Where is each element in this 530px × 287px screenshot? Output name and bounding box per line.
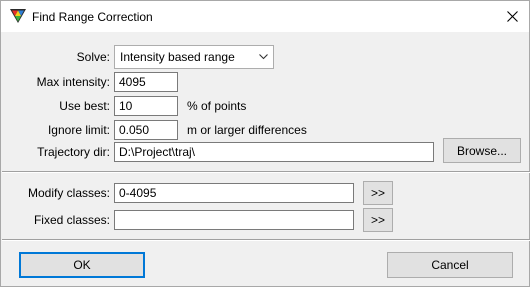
fixed-classes-field[interactable] — [114, 210, 354, 230]
modify-classes-field[interactable]: 0-4095 — [114, 183, 354, 203]
app-icon — [10, 9, 26, 23]
ignore-limit-unit: m or larger differences — [187, 123, 307, 137]
find-range-correction-dialog: Find Range Correction Solve: Intensity b… — [0, 0, 530, 287]
use-best-unit: % of points — [187, 99, 247, 113]
chevron-down-icon — [259, 54, 268, 60]
fixed-classes-label: Fixed classes: — [33, 213, 110, 227]
browse-button[interactable]: Browse... — [443, 138, 521, 163]
ok-button[interactable]: OK — [19, 252, 145, 278]
window-title: Find Range Correction — [32, 10, 153, 24]
divider-bottom — [2, 239, 530, 241]
ignore-limit-field[interactable]: 0.050 — [114, 120, 178, 140]
fixed-classes-select-button[interactable]: >> — [363, 208, 393, 232]
solve-selected-value: Intensity based range — [120, 50, 235, 64]
close-icon — [506, 10, 518, 22]
solve-label: Solve: — [76, 50, 110, 64]
solve-select[interactable]: Intensity based range — [114, 45, 274, 69]
trajectory-dir-field[interactable]: D:\Project\traj\ — [114, 142, 434, 162]
use-best-label: Use best: — [59, 99, 110, 113]
modify-classes-label: Modify classes: — [27, 186, 110, 200]
title-bar: Find Range Correction — [1, 1, 529, 32]
cancel-button[interactable]: Cancel — [387, 252, 513, 278]
close-button[interactable] — [499, 4, 525, 28]
use-best-field[interactable]: 10 — [114, 96, 178, 116]
trajectory-dir-label: Trajectory dir: — [37, 145, 110, 159]
max-intensity-field[interactable]: 4095 — [114, 72, 178, 92]
divider-top — [2, 171, 530, 173]
modify-classes-select-button[interactable]: >> — [363, 181, 393, 205]
max-intensity-label: Max intensity: — [36, 75, 110, 89]
ignore-limit-label: Ignore limit: — [47, 123, 110, 137]
